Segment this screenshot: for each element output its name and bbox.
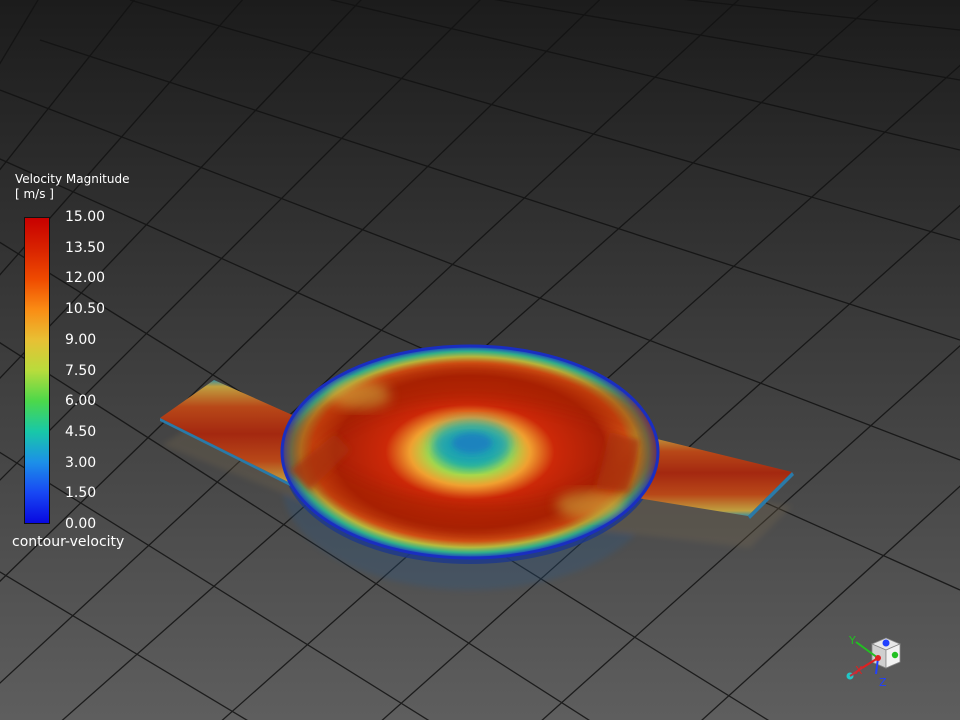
colorbar-tick-label: 13.50 (65, 239, 106, 256)
colorbar-tick-label: 6.00 (65, 393, 97, 410)
colorbar-tick-label: 12.00 (65, 270, 106, 287)
triad-origin (875, 655, 881, 661)
triad-x-label: X (855, 664, 863, 677)
colormap-legend[interactable]: Velocity Magnitude [ m/s ] 15.00 13.50 12.… (0, 0, 200, 560)
triad-z-dot (882, 639, 890, 647)
colorbar-tick-label: 4.50 (65, 423, 97, 440)
axis-triad[interactable]: Y X Z (840, 628, 910, 692)
colorbar (24, 217, 50, 524)
colorbar-tick-label: 15.00 (65, 209, 106, 225)
colorbar-tick-label: 0.00 (65, 516, 97, 532)
legend-title: Velocity Magnitude (15, 172, 130, 186)
colorbar-tick-label: 9.00 (65, 331, 97, 348)
triad-z-label: Z (879, 676, 887, 689)
legend-unit: [ m/s ] (15, 187, 54, 201)
triad-y-label: Y (848, 634, 856, 647)
triad-y-dot (891, 651, 899, 659)
legend-contour-name: contour-velocity (12, 534, 125, 550)
graphics-viewport[interactable]: Velocity Magnitude [ m/s ] 15.00 13.50 12.… (0, 0, 960, 720)
colorbar-tick-label: 10.50 (65, 301, 106, 318)
colorbar-tick-label: 7.50 (65, 362, 97, 379)
colorbar-tick-label: 3.00 (65, 454, 97, 471)
colorbar-tick-label: 1.50 (65, 485, 97, 502)
